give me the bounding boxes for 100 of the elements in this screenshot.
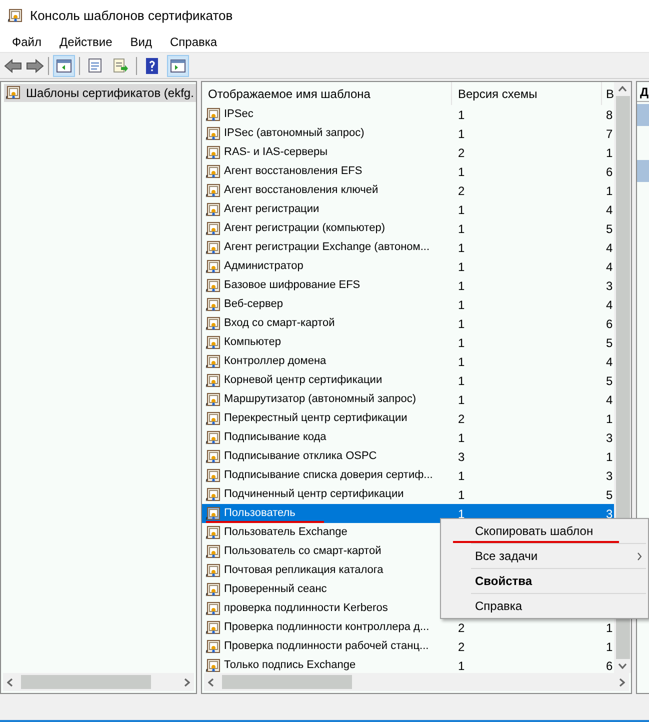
menu-item[interactable]: Вид <box>130 33 152 51</box>
certificate-icon <box>206 526 220 540</box>
certificate-icon <box>206 164 220 178</box>
scroll-right-icon[interactable] <box>619 678 625 686</box>
table-cell-text: 1 <box>457 468 466 484</box>
table-row[interactable]: Проверка подлинности контроллера д... 2 1 <box>202 618 614 637</box>
table-row[interactable]: Только подпись Exchange 1 6 <box>202 656 614 673</box>
table-row[interactable]: Проверка подлинности рабочей станц... 2 1 <box>202 637 614 656</box>
scroll-left-icon[interactable] <box>7 678 13 686</box>
table-cell-text: 6 <box>605 658 613 673</box>
table-row[interactable]: Подписывание кода 1 3 <box>202 428 614 447</box>
template-name: Агент регистрации Exchange (автоном... <box>224 240 430 256</box>
table-row[interactable]: Администратор 1 4 <box>202 257 614 276</box>
table-row[interactable]: Агент регистрации 1 4 <box>202 200 614 219</box>
table-row[interactable]: Вход со смарт-картой 1 6 <box>202 314 614 333</box>
actions-header: Д <box>637 82 649 102</box>
table-cell-text: 1 <box>457 106 466 124</box>
table-cell-text: 2 <box>457 620 466 636</box>
table-row[interactable]: IPSec (автономный запрос) 1 7 <box>202 124 614 143</box>
table-cell-text: 4 <box>605 202 613 218</box>
template-name: Подписывание списка доверия сертиф... <box>224 468 433 484</box>
certificate-icon <box>206 336 220 350</box>
table-cell-text: 1 <box>457 258 466 276</box>
template-name: Подчиненный центр сертификации <box>224 487 404 502</box>
template-name: Агент восстановления ключей <box>224 183 378 198</box>
certificate-icon <box>206 108 220 122</box>
certificate-icon <box>206 506 220 520</box>
table-row[interactable]: Агент восстановления EFS 1 6 <box>202 162 614 181</box>
certificate-icon <box>8 9 22 23</box>
table-cell-text: 4 <box>605 258 613 276</box>
template-name: Почтовая репликация каталога <box>224 563 384 578</box>
certificate-icon <box>206 202 220 216</box>
scroll-down-icon[interactable] <box>618 663 627 669</box>
table-cell-text: 1 <box>457 334 466 352</box>
scroll-up-icon[interactable] <box>618 86 627 92</box>
table-row[interactable]: Агент восстановления ключей 2 1 <box>202 181 614 200</box>
table-cell-text: 2 <box>457 144 466 162</box>
horizontal-scrollbar[interactable] <box>204 673 629 691</box>
table-cell-text: 1 <box>457 316 466 332</box>
table-row[interactable]: Подписывание списка доверия сертиф... 1 3 <box>202 466 614 485</box>
certificate-icon <box>206 450 220 464</box>
certificate-icon <box>206 468 220 482</box>
certificate-icon <box>206 126 220 140</box>
context-menu-item[interactable]: Все задачи <box>471 544 646 568</box>
table-row[interactable]: Подчиненный центр сертификации 1 5 <box>202 485 614 504</box>
table-row[interactable]: Компьютер 1 5 <box>202 333 614 352</box>
template-name: Веб-сервер <box>224 297 283 312</box>
template-name: Агент регистрации (компьютер) <box>224 221 385 236</box>
certificate-icon <box>206 544 220 558</box>
template-name: Агент восстановления EFS <box>224 164 362 180</box>
certificate-icon <box>206 260 220 274</box>
menu-item[interactable]: Справка <box>170 33 218 51</box>
column-header[interactable]: Отображаемое имя шаблона <box>202 82 452 105</box>
certificate-icon <box>206 564 220 578</box>
table-cell-text: 1 <box>457 220 466 238</box>
template-name: Агент регистрации <box>224 202 320 218</box>
certificate-icon <box>206 146 220 160</box>
console-tree-icon[interactable] <box>53 54 75 76</box>
certificate-icon <box>206 298 220 312</box>
table-cell-text: 5 <box>605 372 613 390</box>
certificate-icon <box>206 278 220 292</box>
table-row[interactable]: Маршрутизатор (автономный запрос) 1 4 <box>202 390 614 409</box>
back-arrow-icon[interactable] <box>4 58 22 72</box>
table-cell-text: 4 <box>605 354 613 370</box>
table-row[interactable]: Веб-сервер 1 4 <box>202 295 614 314</box>
table-row[interactable]: Агент регистрации (компьютер) 1 5 <box>202 219 614 238</box>
table-cell-text: 1 <box>457 506 466 522</box>
table-cell-text: 4 <box>605 392 613 408</box>
scroll-left-icon[interactable] <box>208 678 214 686</box>
table-row[interactable]: RAS- и IAS-серверы 2 1 <box>202 143 614 162</box>
table-cell-text: 5 <box>605 486 613 504</box>
table-cell-text: 1 <box>457 430 466 446</box>
menu-item[interactable]: Действие <box>60 33 112 51</box>
template-name: проверка подлинности Kerberos <box>224 601 388 616</box>
table-cell-text: 1 <box>605 620 613 636</box>
table-row[interactable]: IPSec 1 8 <box>202 105 614 124</box>
column-header[interactable]: В <box>602 82 614 105</box>
table-cell-text: 1 <box>605 410 613 428</box>
tree-item[interactable]: Шаблоны сертификатов (ekfg. <box>4 84 196 102</box>
certificate-icon <box>6 86 20 100</box>
certificate-icon <box>206 222 220 236</box>
table-row[interactable]: Контроллер домена 1 4 <box>202 352 614 371</box>
horizontal-scrollbar[interactable] <box>3 673 194 691</box>
table-row[interactable]: Перекрестный центр сертификации 2 1 <box>202 409 614 428</box>
table-row[interactable]: Подписывание отклика OSPC 3 1 <box>202 447 614 466</box>
table-cell-text: 1 <box>457 658 466 673</box>
column-header[interactable]: Версия схемы <box>452 82 602 105</box>
scroll-right-icon[interactable] <box>184 678 190 686</box>
forward-arrow-icon[interactable] <box>26 58 44 72</box>
context-menu-item[interactable]: Свойства <box>471 569 646 593</box>
table-row[interactable]: Базовое шифрование EFS 1 3 <box>202 276 614 295</box>
action-pane-icon[interactable] <box>167 54 189 76</box>
table-cell-text: 1 <box>457 278 466 294</box>
table-row[interactable]: Агент регистрации Exchange (автоном... 1 4 <box>202 238 614 257</box>
table-cell-text: 1 <box>605 448 613 466</box>
context-menu-item[interactable]: Справка <box>471 594 646 618</box>
certificate-icon <box>206 354 220 368</box>
table-cell-text: 1 <box>457 392 466 408</box>
menu-item[interactable]: Файл <box>12 33 42 51</box>
table-row[interactable]: Корневой центр сертификации 1 5 <box>202 371 614 390</box>
